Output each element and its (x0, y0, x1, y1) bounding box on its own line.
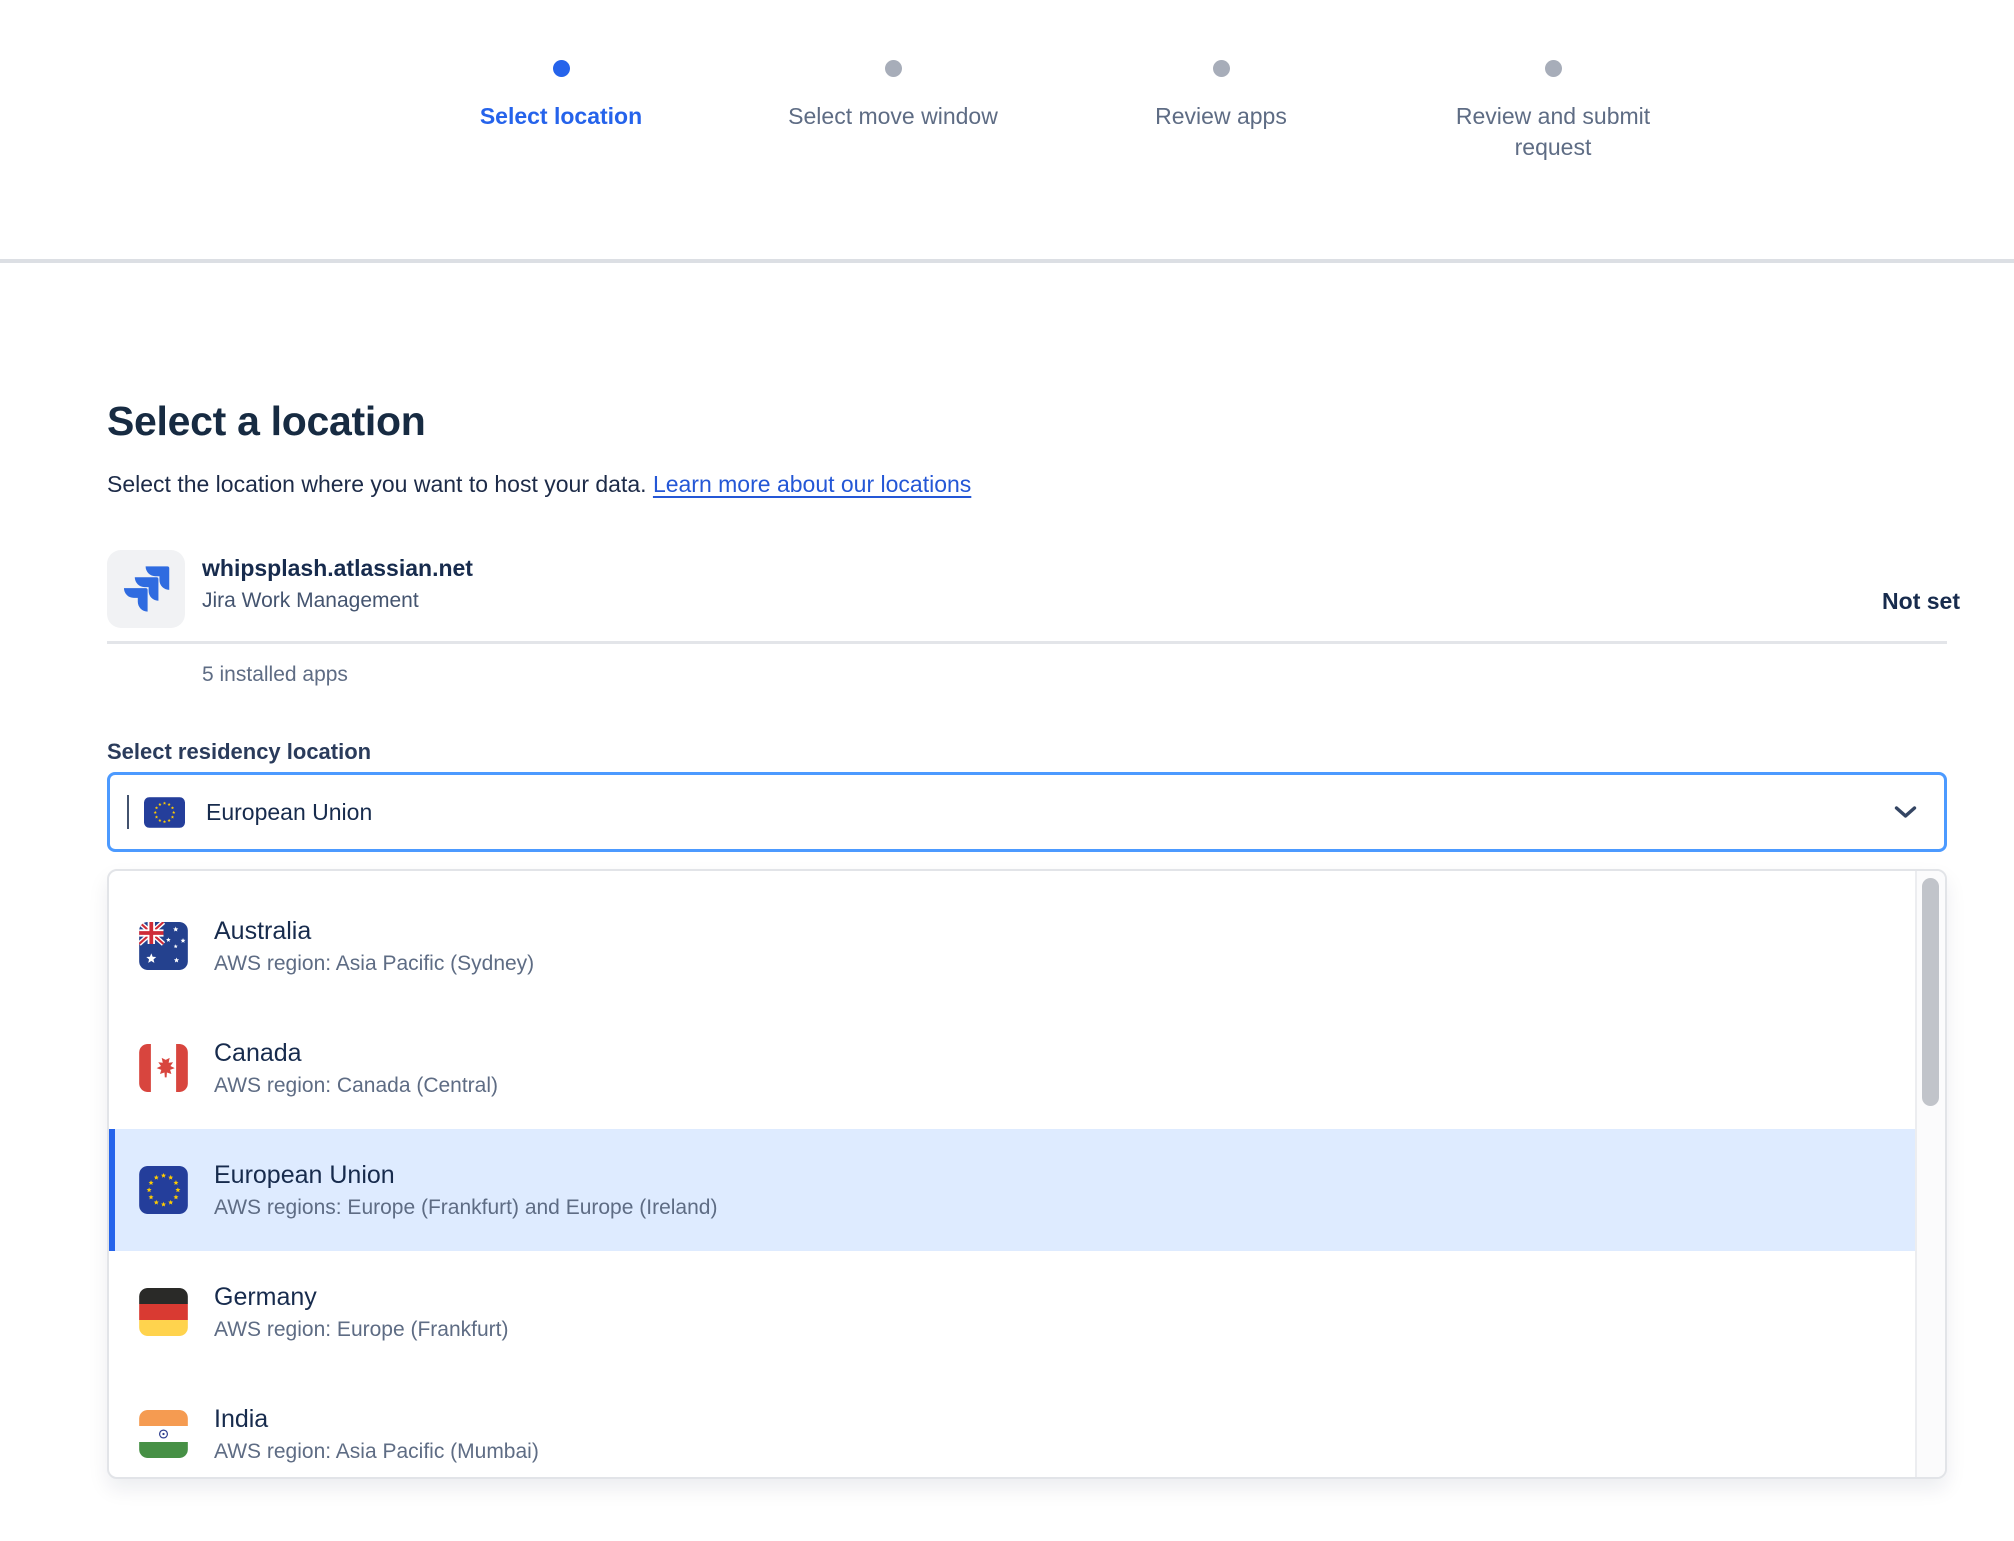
step-dot-icon (1213, 60, 1230, 77)
option-region: AWS region: Asia Pacific (Mumbai) (214, 1440, 539, 1464)
option-region: AWS regions: Europe (Frankfurt) and Euro… (214, 1196, 717, 1220)
text-cursor (127, 795, 129, 829)
step-label: Review and submit request (1423, 101, 1683, 163)
learn-more-link[interactable]: Learn more about our locations (653, 471, 971, 497)
site-product: Jira Work Management (202, 589, 473, 613)
option-text: Canada AWS region: Canada (Central) (214, 1039, 498, 1098)
site-card-divider (107, 641, 1947, 644)
location-option-australia[interactable]: Australia AWS region: Asia Pacific (Sydne… (109, 885, 1915, 1007)
eu-flag-icon (144, 797, 185, 828)
option-text: European Union AWS regions: Europe (Frank… (214, 1161, 717, 1220)
residency-select-label: Select residency location (107, 739, 1960, 765)
residency-select[interactable]: European Union (107, 772, 1947, 852)
page-description: Select the location where you want to ho… (107, 471, 1960, 498)
au-flag-icon (139, 922, 188, 970)
option-region: AWS region: Asia Pacific (Sydney) (214, 952, 534, 976)
step-label: Review apps (1051, 101, 1391, 132)
location-option-canada[interactable]: Canada AWS region: Canada (Central) (109, 1007, 1915, 1129)
option-text: Australia AWS region: Asia Pacific (Sydne… (214, 917, 534, 976)
step-review-apps[interactable]: Review apps (1051, 60, 1391, 132)
step-select-move-window[interactable]: Select move window (723, 60, 1063, 132)
option-text: Germany AWS region: Europe (Frankfurt) (214, 1283, 509, 1342)
step-dot-icon (553, 60, 570, 77)
step-dot-icon (885, 60, 902, 77)
option-text: India AWS region: Asia Pacific (Mumbai) (214, 1405, 539, 1464)
option-name: Canada (214, 1039, 498, 1068)
site-info: whipsplash.atlassian.net Jira Work Manag… (202, 550, 473, 613)
site-row: whipsplash.atlassian.net Jira Work Manag… (107, 550, 1960, 628)
option-name: Germany (214, 1283, 509, 1312)
de-flag-icon (139, 1288, 188, 1336)
chevron-down-icon (1894, 805, 1917, 820)
dropdown-scrollbar-track[interactable] (1915, 871, 1945, 1477)
jira-logo-icon (107, 550, 185, 628)
description-text: Select the location where you want to ho… (107, 471, 647, 497)
in-flag-icon (139, 1410, 188, 1458)
dropdown-scrollbar-thumb[interactable] (1922, 878, 1939, 1106)
step-review-and-submit-request[interactable]: Review and submit request (1423, 60, 1683, 163)
main-content: Select a location Select the location wh… (107, 398, 1960, 1479)
page-title: Select a location (107, 398, 1960, 445)
location-options-list: Australia AWS region: Asia Pacific (Sydne… (109, 871, 1915, 1479)
selected-location-value: European Union (206, 799, 372, 826)
progress-stepper: Select locationSelect move windowReview … (0, 0, 2014, 259)
option-region: AWS region: Canada (Central) (214, 1074, 498, 1098)
site-name: whipsplash.atlassian.net (202, 555, 473, 582)
option-name: India (214, 1405, 539, 1434)
option-region: AWS region: Europe (Frankfurt) (214, 1318, 509, 1342)
header-divider (0, 259, 2014, 263)
installed-apps-count: 5 installed apps (202, 663, 1960, 687)
site-status-value: Not set (1882, 588, 1960, 615)
location-option-european-union[interactable]: European Union AWS regions: Europe (Frank… (109, 1129, 1915, 1251)
option-name: Australia (214, 917, 534, 946)
location-dropdown: Australia AWS region: Asia Pacific (Sydne… (107, 869, 1947, 1479)
step-label: Select location (391, 101, 731, 132)
ca-flag-icon (139, 1044, 188, 1092)
site-card: whipsplash.atlassian.net Jira Work Manag… (107, 550, 1960, 687)
location-option-india[interactable]: India AWS region: Asia Pacific (Mumbai) (109, 1373, 1915, 1479)
option-name: European Union (214, 1161, 717, 1190)
step-select-location[interactable]: Select location (391, 60, 731, 132)
step-label: Select move window (723, 101, 1063, 132)
eu-flag-icon (139, 1166, 188, 1214)
location-option-germany[interactable]: Germany AWS region: Europe (Frankfurt) (109, 1251, 1915, 1373)
step-dot-icon (1545, 60, 1562, 77)
